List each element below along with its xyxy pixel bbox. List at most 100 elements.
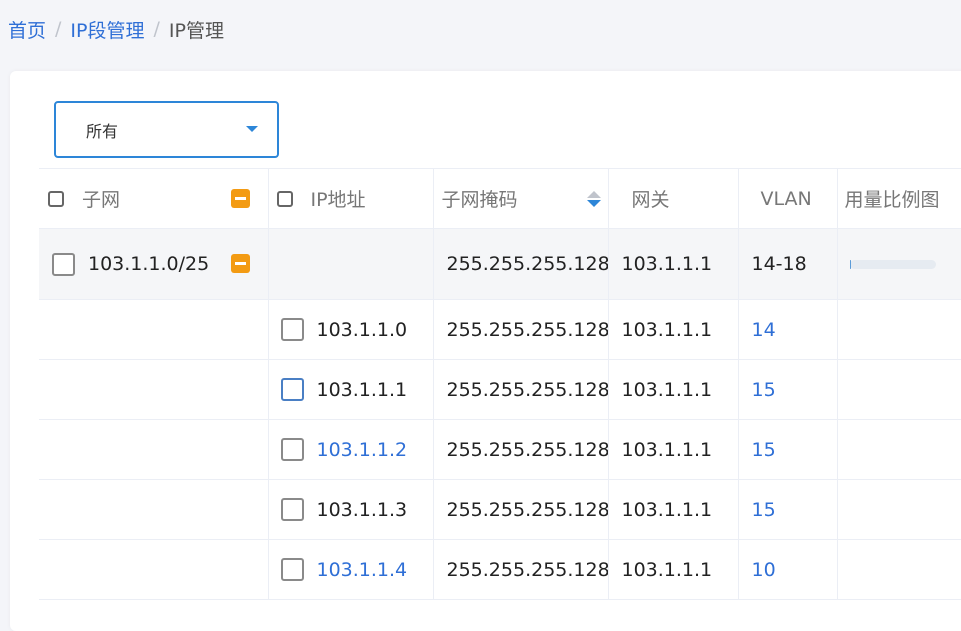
ip-row-checkbox[interactable] bbox=[280, 438, 304, 461]
breadcrumb-separator: / bbox=[153, 18, 160, 40]
filter-select-value: 所有 bbox=[86, 121, 119, 141]
vlan-link[interactable]: 15 bbox=[752, 499, 776, 521]
subnet-cell bbox=[39, 299, 269, 360]
mask-cell: 255.255.255.128 bbox=[433, 479, 609, 540]
usage-cell bbox=[837, 359, 961, 420]
vlan-cell: 15 bbox=[738, 479, 838, 540]
usage-cell bbox=[837, 419, 961, 480]
select-all-subnets-checkbox[interactable] bbox=[48, 190, 64, 207]
subnet-cell bbox=[39, 419, 269, 480]
select-all-ips-checkbox[interactable] bbox=[276, 190, 293, 207]
vlan-cell: 14 bbox=[738, 299, 838, 360]
breadcrumb: 首页 / IP段管理 / IP管理 bbox=[8, 15, 224, 43]
ip-row[interactable]: 103.1.1.3 255.255.255.128 103.1.1.1 15 bbox=[39, 479, 961, 540]
ip-row[interactable]: 103.1.1.2 255.255.255.128 103.1.1.1 15 bbox=[39, 419, 961, 480]
usage-cell bbox=[837, 479, 961, 540]
mask-value: 255.255.255.128 bbox=[446, 378, 608, 401]
table-header-row: 子网 IP地址 子网掩码 网关 VLAN 用量比例图 bbox=[39, 168, 961, 229]
column-header-gateway: 网关 bbox=[608, 168, 739, 229]
ip-row[interactable]: 103.1.1.1 255.255.255.128 103.1.1.1 15 bbox=[39, 359, 961, 420]
column-header-label: 子网 bbox=[82, 189, 121, 211]
vlan-cell: 14-18 bbox=[738, 228, 838, 300]
ip-row-checkbox[interactable] bbox=[280, 558, 304, 581]
gateway-value: 103.1.1.1 bbox=[621, 318, 713, 341]
ip-row[interactable]: 103.1.1.4 255.255.255.128 103.1.1.1 10 bbox=[39, 539, 961, 600]
ip-value[interactable]: 103.1.1.2 bbox=[317, 439, 408, 461]
vlan-link[interactable]: 15 bbox=[752, 379, 776, 401]
usage-bar bbox=[849, 259, 936, 269]
mask-value: 255.255.255.128 bbox=[446, 253, 608, 275]
breadcrumb-ip-range-link[interactable]: IP段管理 bbox=[70, 16, 144, 43]
ip-row-checkbox[interactable] bbox=[280, 318, 304, 341]
ip-cell bbox=[268, 228, 434, 300]
gateway-value: 103.1.1.1 bbox=[621, 558, 713, 581]
mask-cell: 255.255.255.128 bbox=[433, 299, 609, 360]
vlan-link[interactable]: 14 bbox=[752, 319, 776, 341]
gateway-cell: 103.1.1.1 bbox=[608, 299, 739, 360]
column-header-usage: 用量比例图 bbox=[837, 168, 961, 229]
ip-value[interactable]: 103.1.1.4 bbox=[317, 559, 408, 581]
column-header-mask[interactable]: 子网掩码 bbox=[433, 168, 609, 229]
column-header-ip: IP地址 bbox=[268, 168, 434, 229]
breadcrumb-home-link[interactable]: 首页 bbox=[8, 16, 46, 43]
ip-row[interactable]: 103.1.1.0 255.255.255.128 103.1.1.1 14 bbox=[39, 299, 961, 360]
subnet-cell bbox=[39, 539, 269, 600]
mask-value: 255.255.255.128 bbox=[446, 318, 608, 341]
column-header-subnet: 子网 bbox=[39, 168, 269, 229]
column-header-label: 用量比例图 bbox=[844, 189, 940, 211]
subnet-value: 103.1.1.0/25 bbox=[88, 253, 210, 275]
gateway-cell: 103.1.1.1 bbox=[608, 419, 739, 480]
ip-row-checkbox[interactable] bbox=[280, 498, 304, 521]
gateway-value: 103.1.1.1 bbox=[621, 378, 713, 401]
gateway-value: 103.1.1.1 bbox=[621, 438, 713, 461]
subnet-row[interactable]: 103.1.1.0/25 255.255.255.128 103.1.1.1 1… bbox=[39, 228, 961, 300]
mask-cell: 255.255.255.128 bbox=[433, 359, 609, 420]
mask-value: 255.255.255.128 bbox=[446, 558, 608, 581]
ip-value: 103.1.1.1 bbox=[316, 378, 408, 401]
collapse-subnet-icon[interactable] bbox=[231, 254, 250, 273]
gateway-cell: 103.1.1.1 bbox=[608, 539, 739, 600]
subnet-cell: 103.1.1.0/25 bbox=[39, 228, 269, 300]
vlan-cell: 15 bbox=[738, 419, 838, 480]
vlan-link[interactable]: 15 bbox=[752, 439, 776, 461]
collapse-all-icon[interactable] bbox=[231, 189, 250, 208]
chevron-down-icon bbox=[246, 126, 258, 132]
gateway-cell: 103.1.1.1 bbox=[608, 228, 739, 300]
ip-cell: 103.1.1.4 bbox=[268, 539, 434, 600]
subnet-cell bbox=[39, 359, 269, 420]
usage-cell bbox=[837, 228, 961, 300]
column-header-label: VLAN bbox=[760, 187, 812, 210]
sort-icon[interactable] bbox=[586, 191, 601, 207]
vlan-cell: 10 bbox=[738, 539, 838, 600]
filter-select[interactable]: 所有 bbox=[54, 101, 279, 158]
gateway-cell: 103.1.1.1 bbox=[608, 359, 739, 420]
mask-cell: 255.255.255.128 bbox=[433, 539, 609, 600]
breadcrumb-current: IP管理 bbox=[168, 19, 224, 42]
column-header-label: 网关 bbox=[631, 189, 670, 211]
vlan-value: 14-18 bbox=[751, 253, 807, 275]
ip-value: 103.1.1.3 bbox=[316, 498, 408, 521]
mask-cell: 255.255.255.128 bbox=[433, 419, 609, 480]
ip-cell: 103.1.1.0 bbox=[268, 299, 434, 360]
gateway-cell: 103.1.1.1 bbox=[608, 479, 739, 540]
ip-cell: 103.1.1.1 bbox=[268, 359, 434, 420]
ip-row-checkbox[interactable] bbox=[280, 378, 304, 401]
mask-value: 255.255.255.128 bbox=[446, 438, 608, 461]
usage-bar-fill bbox=[849, 259, 852, 269]
ip-table: 子网 IP地址 子网掩码 网关 VLAN 用量比例图 103.1.1.0/25 … bbox=[39, 168, 961, 600]
vlan-link[interactable]: 10 bbox=[752, 559, 776, 581]
column-header-vlan: VLAN bbox=[738, 168, 838, 229]
mask-cell: 255.255.255.128 bbox=[433, 228, 609, 300]
ip-cell: 103.1.1.3 bbox=[268, 479, 434, 540]
vlan-cell: 15 bbox=[738, 359, 838, 420]
column-header-label: IP地址 bbox=[310, 189, 366, 211]
ip-cell: 103.1.1.2 bbox=[268, 419, 434, 480]
subnet-row-checkbox[interactable] bbox=[52, 252, 75, 276]
column-header-label: 子网掩码 bbox=[441, 189, 518, 211]
usage-cell bbox=[837, 299, 961, 360]
gateway-value: 103.1.1.1 bbox=[621, 253, 713, 275]
mask-value: 255.255.255.128 bbox=[446, 498, 608, 521]
ip-value: 103.1.1.0 bbox=[316, 318, 408, 341]
subnet-cell bbox=[39, 479, 269, 540]
gateway-value: 103.1.1.1 bbox=[621, 498, 713, 521]
